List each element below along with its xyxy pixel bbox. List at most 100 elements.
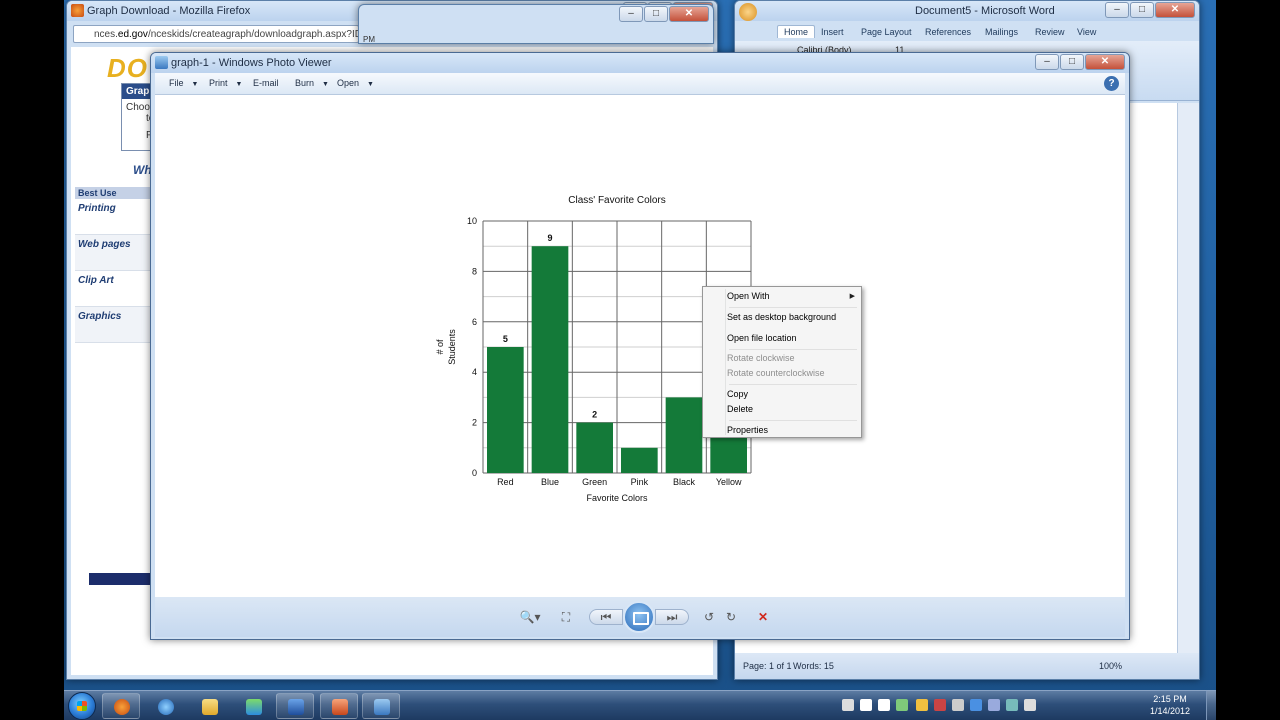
photo-viewer-menubar: File ▼ Print ▼ E-mail Burn ▼ Open ▼ ? bbox=[155, 73, 1125, 95]
maximize-button[interactable]: □ bbox=[1060, 54, 1084, 70]
ctx-separator bbox=[729, 420, 857, 421]
menu-burn[interactable]: Burn ▼ bbox=[295, 78, 329, 88]
maximize-button[interactable]: □ bbox=[1130, 2, 1154, 18]
close-button[interactable]: ✕ bbox=[1155, 2, 1195, 18]
tray-app-icon[interactable] bbox=[1006, 699, 1018, 711]
taskbar-photo-viewer[interactable] bbox=[362, 693, 400, 719]
rotate-clockwise-icon[interactable]: ↻ bbox=[721, 607, 741, 627]
word-titlebar[interactable]: Document5 - Microsoft Word – □ ✕ bbox=[735, 1, 1199, 21]
desktop: Graph Download - Mozilla Firefox – □ ✕ n… bbox=[64, 0, 1216, 720]
context-menu: Open With ▶ Set as desktop background Op… bbox=[702, 286, 862, 438]
minimize-button[interactable]: – bbox=[1035, 54, 1059, 70]
y-axis-label: # of bbox=[435, 339, 445, 355]
y-tick-label: 10 bbox=[467, 216, 477, 226]
taskbar-ie[interactable] bbox=[146, 693, 184, 719]
tray-app-icon[interactable] bbox=[934, 699, 946, 711]
tab-clock: PM bbox=[363, 35, 375, 44]
taskbar-media[interactable] bbox=[234, 693, 272, 719]
delete-icon[interactable]: ✕ bbox=[753, 607, 773, 627]
taskbar-firefox[interactable] bbox=[102, 693, 140, 719]
media-icon bbox=[246, 699, 262, 715]
tray-pause-icon[interactable] bbox=[860, 699, 872, 711]
data-label: 5 bbox=[503, 334, 508, 344]
ctx-rotate-clockwise: Rotate clockwise bbox=[727, 353, 795, 363]
image-canvas[interactable]: Class' Favorite Colors 0 2 4 6 8 10 5 Red 9 Blue 2 G… bbox=[155, 95, 1125, 597]
bar-pink bbox=[621, 447, 658, 473]
tab-mailings[interactable]: Mailings bbox=[985, 27, 1018, 37]
tab-view[interactable]: View bbox=[1077, 27, 1096, 37]
ctx-rotate-counterclockwise: Rotate counterclockwise bbox=[727, 368, 825, 378]
tray-network-icon[interactable] bbox=[970, 699, 982, 711]
photo-viewer-titlebar[interactable]: graph-1 - Windows Photo Viewer – □ ✕ bbox=[151, 53, 1129, 73]
y-tick-label: 2 bbox=[472, 418, 477, 428]
bar-black bbox=[665, 397, 703, 473]
tray-app-icon[interactable] bbox=[896, 699, 908, 711]
y-axis-label: Students bbox=[447, 329, 457, 365]
ctx-delete[interactable]: Delete bbox=[727, 404, 753, 414]
menu-file-label: File bbox=[169, 78, 184, 88]
menu-email[interactable]: E-mail bbox=[253, 78, 279, 88]
taskbar-word[interactable] bbox=[276, 693, 314, 719]
tab-page-layout[interactable]: Page Layout bbox=[861, 27, 912, 37]
x-axis-label: Favorite Colors bbox=[586, 493, 648, 503]
zoom-level[interactable]: 100% bbox=[1099, 661, 1122, 671]
vertical-scrollbar[interactable] bbox=[1177, 103, 1199, 653]
taskbar-powerpoint[interactable] bbox=[320, 693, 358, 719]
bar-red bbox=[487, 347, 524, 473]
tab-review[interactable]: Review bbox=[1035, 27, 1065, 37]
photo-viewer-controls: 🔍▾ ⛶ ⏮ ⏭ ↺ ↻ ✕ bbox=[155, 597, 1125, 637]
x-tick-label: Blue bbox=[541, 477, 559, 487]
ctx-copy[interactable]: Copy bbox=[727, 389, 748, 399]
clock-time: 2:15 PM bbox=[1153, 694, 1187, 704]
bar-green bbox=[576, 422, 613, 473]
zoom-icon[interactable]: 🔍▾ bbox=[515, 607, 545, 627]
firefox-window-2[interactable]: – □ ✕ PM bbox=[358, 4, 714, 44]
menu-burn-label: Burn bbox=[295, 78, 315, 88]
tray-volume-icon[interactable] bbox=[1024, 699, 1036, 711]
status-words[interactable]: Words: 15 bbox=[793, 661, 834, 671]
ctx-set-desktop-background[interactable]: Set as desktop background bbox=[727, 312, 836, 322]
tab-references[interactable]: References bbox=[925, 27, 971, 37]
y-tick-label: 4 bbox=[472, 367, 477, 377]
next-icon: ⏭ bbox=[666, 610, 678, 624]
ctx-properties[interactable]: Properties bbox=[727, 425, 768, 435]
tray-media-icon[interactable] bbox=[842, 699, 854, 711]
internet-explorer-icon bbox=[158, 699, 174, 715]
firefox-title: Graph Download - Mozilla Firefox bbox=[87, 5, 251, 17]
word-icon bbox=[288, 699, 304, 715]
maximize-button[interactable]: □ bbox=[644, 6, 668, 22]
photo-viewer-window[interactable]: graph-1 - Windows Photo Viewer – □ ✕ Fil… bbox=[150, 52, 1130, 640]
ctx-separator bbox=[729, 349, 857, 350]
status-page[interactable]: Page: 1 of 1 bbox=[743, 661, 792, 671]
ctx-open-with[interactable]: Open With bbox=[727, 291, 770, 301]
menu-open[interactable]: Open ▼ bbox=[337, 78, 374, 88]
tray-stop-icon[interactable] bbox=[878, 699, 890, 711]
address-bar[interactable]: nces.ed.gov/nceskids/createagraph/downlo… bbox=[73, 25, 359, 43]
start-button[interactable] bbox=[68, 692, 96, 720]
help-icon[interactable]: ? bbox=[1104, 76, 1119, 91]
taskbar-explorer[interactable] bbox=[190, 693, 228, 719]
office-button-icon[interactable] bbox=[739, 3, 757, 21]
minimize-button[interactable]: – bbox=[619, 6, 643, 22]
data-label: 2 bbox=[592, 410, 597, 420]
tray-app-icon[interactable] bbox=[988, 699, 1000, 711]
menu-print[interactable]: Print ▼ bbox=[209, 78, 242, 88]
ctx-open-file-location[interactable]: Open file location bbox=[727, 333, 797, 343]
tab-home[interactable]: Home bbox=[777, 25, 816, 38]
close-button[interactable]: ✕ bbox=[1085, 54, 1125, 70]
show-desktop-button[interactable] bbox=[1206, 691, 1216, 720]
taskbar-clock[interactable]: 2:15 PM 1/14/2012 bbox=[1140, 693, 1200, 717]
chevron-down-icon: ▼ bbox=[235, 81, 243, 88]
menu-file[interactable]: File ▼ bbox=[169, 78, 198, 88]
tray-app-icon[interactable] bbox=[952, 699, 964, 711]
slideshow-button[interactable] bbox=[623, 601, 655, 633]
rotate-counterclockwise-icon[interactable]: ↺ bbox=[699, 607, 719, 627]
tray-app-icon[interactable] bbox=[916, 699, 928, 711]
folder-icon bbox=[202, 699, 218, 715]
tab-insert[interactable]: Insert bbox=[821, 27, 844, 37]
close-button[interactable]: ✕ bbox=[669, 6, 709, 22]
minimize-button[interactable]: – bbox=[1105, 2, 1129, 18]
chevron-down-icon: ▼ bbox=[191, 81, 199, 88]
menu-open-label: Open bbox=[337, 78, 360, 88]
actual-size-icon[interactable]: ⛶ bbox=[555, 607, 577, 627]
